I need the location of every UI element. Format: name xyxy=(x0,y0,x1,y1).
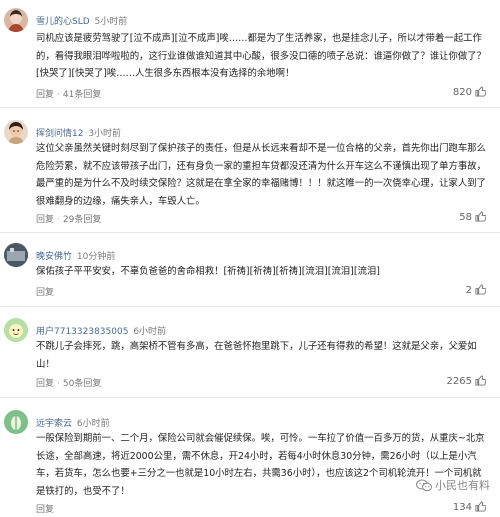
divider xyxy=(0,232,500,233)
comment-actions: 回复 · 29条回复 xyxy=(36,215,102,225)
username[interactable]: 远宇索云 xyxy=(36,419,72,429)
comment-header: 挥剑问情12 3小时前 xyxy=(36,126,121,139)
like-button[interactable]: 820 xyxy=(452,86,487,100)
comment-actions: 回复 xyxy=(36,285,54,298)
comment-header: 晚安佛竹 10分钟前 xyxy=(36,249,115,262)
reply-button[interactable]: 回复 xyxy=(36,505,54,515)
avatar[interactable] xyxy=(4,318,28,342)
divider xyxy=(0,107,500,108)
thumbs-up-icon xyxy=(475,211,487,225)
avatar[interactable] xyxy=(4,243,28,267)
avatar[interactable] xyxy=(4,410,28,434)
avatar[interactable] xyxy=(4,8,28,32)
like-count: 820 xyxy=(452,87,472,98)
reply-count-link[interactable]: 50条回复 xyxy=(63,379,101,389)
comment-header: 雪儿的心SLD 5小时前 xyxy=(36,14,127,27)
like-count: 58 xyxy=(459,212,472,223)
comment-text: 这位父亲虽然关键时刻尽到了保护孩子的责任，但是从长远来看却不是一位合格的父亲，首… xyxy=(36,143,487,207)
like-count: 2265 xyxy=(446,376,472,387)
like-button[interactable]: 2 xyxy=(465,284,487,298)
divider xyxy=(0,306,500,307)
like-count: 134 xyxy=(452,502,472,513)
like-button[interactable]: 134 xyxy=(452,501,487,515)
thumbs-up-icon xyxy=(475,86,487,100)
username[interactable]: 雪儿的心SLD xyxy=(36,17,90,27)
comment-text: 司机应该是疲劳驾驶了[泣不成声][泣不成声]唉……都是为了生活养家，也是挂念儿子… xyxy=(36,33,487,79)
reply-count-link[interactable]: 41条回复 xyxy=(63,90,101,100)
reply-button[interactable]: 回复 xyxy=(36,379,54,389)
timestamp: 3小时前 xyxy=(88,129,122,139)
wechat-icon xyxy=(416,479,432,495)
reply-button[interactable]: 回复 xyxy=(36,90,54,100)
divider xyxy=(0,397,500,398)
watermark-text: 小民也有料 xyxy=(435,479,490,492)
timestamp: 6小时前 xyxy=(133,327,167,337)
comment-text: 不跳儿子会摔死，跳，高架桥不管有多高，在爸爸怀抱里跳下，儿子还有得救的希望！这就… xyxy=(36,341,477,370)
watermark: 小民也有料 xyxy=(416,477,490,495)
comment-actions: 回复 · 50条回复 xyxy=(36,379,102,389)
username[interactable]: 挥剑问情12 xyxy=(36,129,83,139)
timestamp: 10分钟前 xyxy=(76,252,116,262)
thumbs-up-icon xyxy=(475,284,487,298)
thumbs-up-icon xyxy=(475,375,487,389)
reply-button[interactable]: 回复 xyxy=(36,288,54,298)
reply-count-link[interactable]: 29条回复 xyxy=(63,215,101,225)
comment-header: 用户7713323835005 6小时前 xyxy=(36,324,166,337)
reply-button[interactable]: 回复 xyxy=(36,215,54,225)
like-button[interactable]: 58 xyxy=(459,211,487,225)
like-button[interactable]: 2265 xyxy=(446,375,487,389)
username[interactable]: 用户7713323835005 xyxy=(36,327,128,337)
comment-header: 远宇索云 6小时前 xyxy=(36,416,110,429)
like-count: 2 xyxy=(465,285,472,296)
comment-actions: 回复 · 41条回复 xyxy=(36,90,102,100)
thumbs-up-icon xyxy=(475,501,487,515)
username[interactable]: 晚安佛竹 xyxy=(36,252,72,262)
comment-text: 保佑孩子平平安安，不辜负爸爸的舍命相救！[祈祷][祈祷][祈祷][流泪][流泪]… xyxy=(36,266,380,277)
timestamp: 6小时前 xyxy=(76,419,110,429)
comment-actions: 回复 xyxy=(36,502,54,515)
timestamp: 5小时前 xyxy=(94,17,128,27)
avatar[interactable] xyxy=(4,120,28,144)
